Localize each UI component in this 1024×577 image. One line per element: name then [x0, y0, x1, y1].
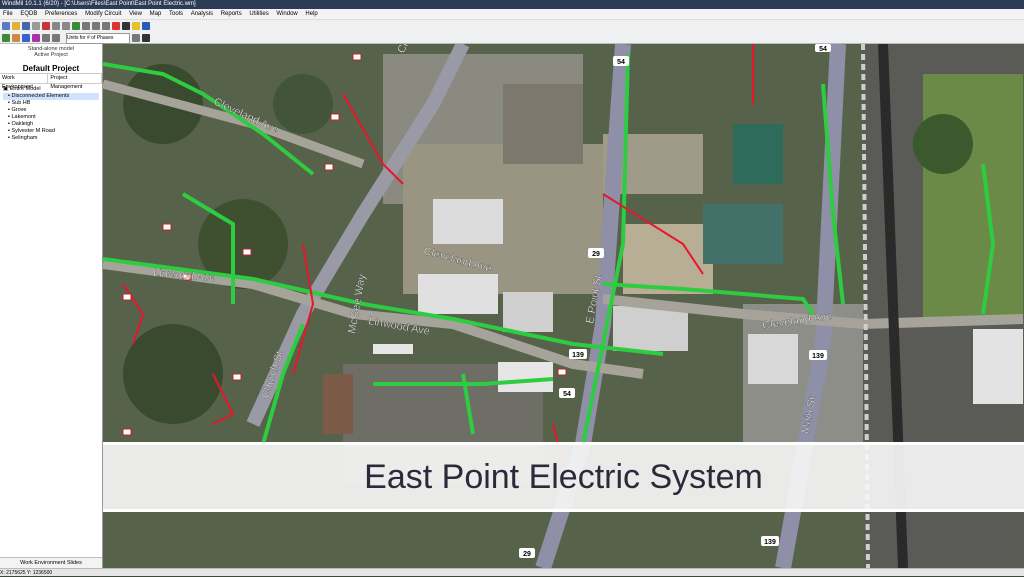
building-green-roof — [703, 204, 783, 264]
window-title: WindMil 10.1.1 (6/20) - [C:\Users\Files\… — [2, 1, 196, 7]
device-marker[interactable] — [557, 368, 567, 376]
building — [323, 374, 353, 434]
route-shield-label: 29 — [523, 551, 531, 558]
source-icon[interactable] — [2, 34, 10, 42]
tree-canopy — [273, 74, 333, 134]
undo-icon[interactable] — [52, 22, 60, 30]
menu-item-reports[interactable]: Reports — [218, 9, 245, 19]
menu-item-eqdb[interactable]: EQDB — [17, 9, 40, 19]
switch-icon[interactable] — [22, 34, 30, 42]
project-name: Default Project — [22, 64, 80, 73]
info-icon[interactable] — [142, 22, 150, 30]
route-shield-label: 54 — [617, 59, 625, 66]
building-green-roof — [733, 124, 783, 184]
device-marker[interactable] — [122, 428, 132, 436]
tree-item[interactable]: ▪ Selingham — [3, 135, 99, 142]
layer-icon[interactable] — [122, 22, 130, 30]
building — [433, 199, 503, 244]
map-icon[interactable] — [142, 34, 150, 42]
measure-icon[interactable] — [132, 34, 140, 42]
status-bar: X: 2175625 Y: 1236500 — [0, 568, 1024, 576]
green-field — [923, 74, 1023, 324]
device-marker[interactable] — [324, 163, 334, 171]
building — [373, 344, 413, 354]
active-project-label: Active Project — [34, 52, 68, 58]
menu-bar: File EQDB Preferences Modify Circuit Vie… — [0, 9, 1024, 20]
status-coords: X: 2175625 Y: 1236500 — [0, 570, 53, 576]
tree-item[interactable]: ▪ Oakleigh — [3, 121, 99, 128]
menu-item-window[interactable]: Window — [273, 9, 300, 19]
menu-item-utilities[interactable]: Utilities — [246, 9, 271, 19]
menu-item-view[interactable]: View — [126, 9, 145, 19]
model-select[interactable]: Units for # of Phases — [66, 32, 130, 44]
route-shield-label: 139 — [572, 352, 584, 359]
menu-item-map[interactable]: Map — [147, 9, 165, 19]
building — [503, 84, 583, 164]
grid-icon[interactable] — [42, 34, 50, 42]
toolbar-row-2: Units for # of Phases — [0, 32, 1024, 44]
device-marker[interactable] — [330, 113, 340, 121]
building — [498, 362, 553, 392]
pan-icon[interactable] — [82, 22, 90, 30]
model-tree: ▣ Entire Model ▪ Disconnected Elements ▪… — [0, 84, 102, 144]
menu-item-analysis[interactable]: Analysis — [188, 9, 216, 19]
highlight-icon[interactable] — [132, 22, 140, 30]
route-shield-label: 29 — [592, 251, 600, 258]
route-shield-label: 139 — [764, 539, 776, 546]
device-marker[interactable] — [122, 293, 132, 301]
open-icon[interactable] — [12, 22, 20, 30]
print-icon[interactable] — [32, 22, 40, 30]
zoom-in-icon[interactable] — [92, 22, 100, 30]
route-shield-label: 139 — [812, 353, 824, 360]
building — [613, 306, 688, 351]
route-shield-label: 54 — [819, 46, 827, 53]
tab-work-environment[interactable]: Work Environment — [0, 74, 49, 90]
menu-item-file[interactable]: File — [0, 9, 16, 19]
zoom-out-icon[interactable] — [102, 22, 110, 30]
tree-item[interactable]: ▪ Lakemont — [3, 114, 99, 121]
new-icon[interactable] — [2, 22, 10, 30]
select-icon[interactable] — [52, 34, 60, 42]
device-marker[interactable] — [232, 373, 242, 381]
save-icon[interactable] — [22, 22, 30, 30]
toolbar-row-1 — [0, 20, 1024, 32]
device-marker[interactable] — [352, 53, 362, 61]
tab-project-management[interactable]: Project Management — [48, 74, 102, 90]
title-banner: East Point Electric System — [103, 442, 1024, 512]
tree-canopy — [123, 324, 223, 424]
sidebar-footer[interactable]: Work Environment Slides — [0, 557, 102, 568]
building — [973, 329, 1023, 404]
banner-title: East Point Electric System — [364, 458, 763, 496]
run-icon[interactable] — [72, 22, 80, 30]
building — [503, 292, 553, 332]
device-marker[interactable] — [242, 248, 252, 256]
tree-item[interactable]: ▪ Sub HB — [3, 100, 99, 107]
menu-item-help[interactable]: Help — [302, 9, 320, 19]
redo-icon[interactable] — [62, 22, 70, 30]
delete-icon[interactable] — [42, 22, 50, 30]
route-shield-label: 54 — [563, 391, 571, 398]
tree-item[interactable]: ▪ Sylvester M Road — [3, 128, 99, 135]
toolbar: Units for # of Phases — [0, 20, 1024, 44]
sidebar-header: Stand-alone model Active Project — [0, 44, 102, 64]
tree-canopy — [913, 114, 973, 174]
building — [418, 274, 498, 314]
device-marker[interactable] — [162, 223, 172, 231]
capacitor-icon[interactable] — [32, 34, 40, 42]
sidebar-tabs: Work Environment Project Management — [0, 73, 102, 90]
trace-icon[interactable] — [112, 22, 120, 30]
tree-item[interactable]: ▪ Grove — [3, 107, 99, 114]
transformer-icon[interactable] — [12, 34, 20, 42]
menu-item-modify-circuit[interactable]: Modify Circuit — [82, 9, 124, 19]
building — [748, 334, 798, 384]
sidebar: Stand-alone model Active Project Default… — [0, 44, 103, 568]
menu-item-tools[interactable]: Tools — [166, 9, 186, 19]
window-title-bar: WindMil 10.1.1 (6/20) - [C:\Users\Files\… — [0, 0, 1024, 9]
menu-item-preferences[interactable]: Preferences — [42, 9, 80, 19]
tree-item[interactable]: ▪ Disconnected Elements — [3, 93, 99, 100]
